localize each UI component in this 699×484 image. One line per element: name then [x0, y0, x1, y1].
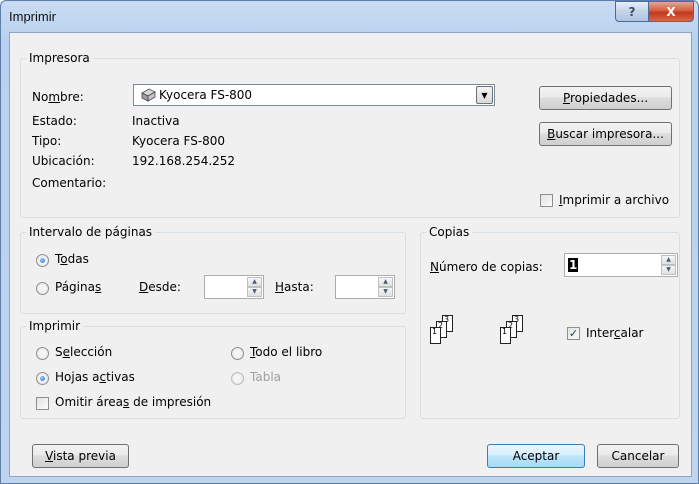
copies-count-input[interactable]: 1 ▲ ▼: [564, 253, 678, 277]
collate-stack-icon-1: 3 2 1: [430, 315, 460, 347]
status-value: Inactiva: [132, 114, 180, 128]
selection-label[interactable]: Selección: [55, 345, 112, 359]
close-button[interactable]: X: [648, 1, 694, 22]
chevron-down-icon[interactable]: ▼: [476, 86, 493, 104]
print-what-legend: Imprimir: [26, 319, 84, 333]
range-pages-radio[interactable]: [36, 282, 49, 295]
comment-label: Comentario:: [32, 176, 107, 190]
table-radio: [231, 372, 244, 385]
window-title: Imprimir: [9, 9, 56, 24]
ok-button[interactable]: Aceptar: [487, 444, 585, 468]
printer-name-label: Nombre:: [32, 90, 84, 104]
spin-down-icon[interactable]: ▼: [661, 265, 676, 275]
ignore-print-areas-checkbox[interactable]: [36, 397, 49, 410]
to-page-input[interactable]: ▲ ▼: [335, 275, 395, 299]
copies-spinner[interactable]: ▲ ▼: [661, 255, 676, 275]
location-label: Ubicación:: [32, 154, 95, 168]
cancel-button-label: Cancelar: [611, 449, 665, 463]
page-range-legend: Intervalo de páginas: [26, 225, 156, 239]
printer-icon: [139, 88, 157, 102]
to-label: Hasta:: [275, 280, 314, 294]
active-sheets-label[interactable]: Hojas activas: [55, 370, 135, 384]
print-to-file-checkbox[interactable]: [540, 194, 553, 207]
collate-stack-icon-2: 3 2 1: [500, 315, 530, 347]
table-label: Tabla: [250, 370, 282, 384]
printer-group-legend: Impresora: [26, 51, 93, 65]
selection-radio[interactable]: [36, 347, 49, 360]
spin-up-icon[interactable]: ▲: [661, 255, 676, 265]
spin-down-icon[interactable]: ▼: [378, 287, 393, 297]
selected-printer: Kyocera FS-800: [159, 88, 253, 102]
active-sheets-radio[interactable]: [36, 372, 49, 385]
page-range-group: Intervalo de páginas: [20, 225, 406, 314]
range-pages-label[interactable]: Páginas: [55, 280, 101, 294]
collate-label[interactable]: Intercalar: [586, 326, 644, 340]
title-bar[interactable]: Imprimir ? X: [1, 1, 698, 33]
whole-book-radio[interactable]: [231, 347, 244, 360]
properties-button[interactable]: Propiedades...: [539, 86, 672, 110]
ignore-print-areas-label[interactable]: Omitir áreas de impresión: [55, 395, 211, 409]
from-spinner[interactable]: ▲ ▼: [247, 277, 262, 297]
print-to-file-label[interactable]: Imprimir a archivo: [559, 193, 669, 207]
whole-book-label[interactable]: Todo el libro: [250, 345, 322, 359]
dialog-body: Impresora Nombre: Kyocera FS-800 ▼ Estad…: [9, 32, 692, 477]
print-preview-button[interactable]: Vista previa: [32, 444, 129, 468]
status-label: Estado:: [32, 114, 77, 128]
help-icon: ?: [628, 4, 636, 19]
spin-down-icon[interactable]: ▼: [247, 287, 262, 297]
collate-checkbox[interactable]: ✓: [567, 327, 580, 340]
from-page-input[interactable]: ▲ ▼: [204, 275, 264, 299]
copies-count-label: Número de copias:: [430, 260, 543, 274]
ok-button-label: Aceptar: [512, 449, 560, 463]
close-icon: X: [666, 4, 676, 19]
spin-up-icon[interactable]: ▲: [378, 277, 393, 287]
print-preview-button-label: Vista previa: [45, 449, 116, 463]
location-value: 192.168.254.252: [132, 154, 236, 168]
range-all-label[interactable]: Todas: [55, 252, 89, 266]
copies-count-value: 1: [568, 258, 579, 272]
range-all-radio[interactable]: [36, 254, 49, 267]
copies-legend: Copias: [426, 225, 473, 239]
printer-name-select[interactable]: Kyocera FS-800 ▼: [133, 84, 495, 106]
find-printer-button[interactable]: Buscar impresora...: [539, 122, 672, 146]
to-spinner[interactable]: ▲ ▼: [378, 277, 393, 297]
type-value: Kyocera FS-800: [132, 134, 226, 148]
find-printer-button-label: Buscar impresora...: [547, 127, 664, 141]
spin-up-icon[interactable]: ▲: [247, 277, 262, 287]
help-button[interactable]: ?: [615, 1, 649, 22]
type-label: Tipo:: [32, 134, 62, 148]
from-label: Desde:: [139, 280, 181, 294]
properties-button-label: Propiedades...: [562, 91, 649, 105]
cancel-button[interactable]: Cancelar: [597, 444, 679, 468]
print-dialog-window: Imprimir ? X Impresora Nombre: Kyocera F…: [0, 0, 699, 484]
